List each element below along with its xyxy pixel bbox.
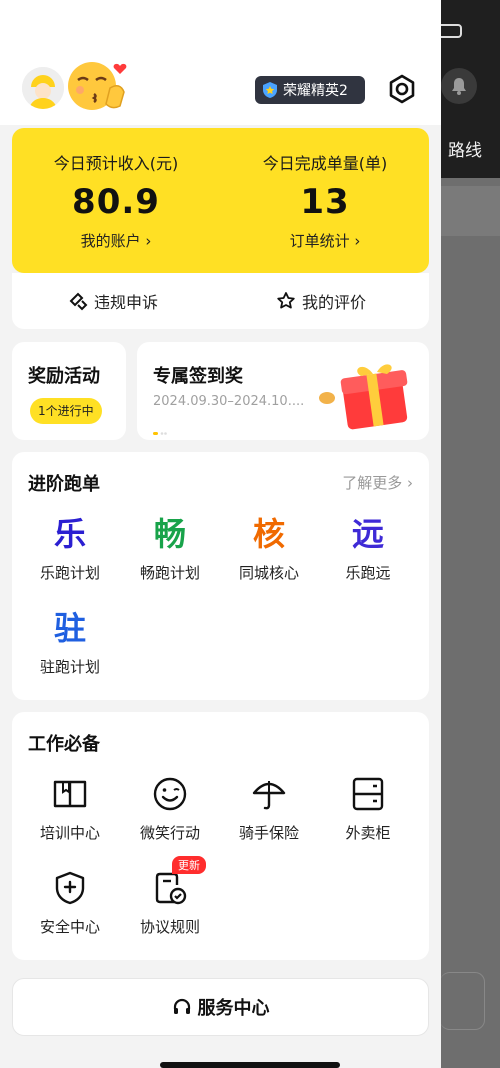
plan-item-changpao[interactable]: 畅 畅跑计划 bbox=[120, 514, 220, 583]
gift-box-icon bbox=[315, 360, 415, 430]
background-button bbox=[440, 972, 485, 1030]
plan-glyph: 乐 bbox=[53, 515, 86, 553]
plan-item-core[interactable]: 核 同城核心 bbox=[219, 514, 319, 583]
book-icon bbox=[20, 774, 120, 814]
plan-glyph: 驻 bbox=[53, 609, 86, 647]
shield-icon bbox=[20, 868, 120, 908]
orders-label: 今日完成单量(单) bbox=[262, 154, 388, 173]
appeal-icon bbox=[69, 292, 88, 311]
star-icon bbox=[277, 292, 295, 309]
locker-icon bbox=[318, 774, 418, 814]
item-label: 外卖柜 bbox=[345, 824, 391, 842]
reward-activity-card[interactable]: 奖励活动 1个进行中 bbox=[12, 342, 126, 440]
route-tab[interactable]: 路线 bbox=[448, 136, 482, 161]
smile-action-item[interactable]: 微笑行动 bbox=[120, 774, 220, 843]
avatar[interactable] bbox=[22, 67, 64, 109]
plan-item-lepaoyuan[interactable]: 远 乐跑远 bbox=[318, 514, 418, 583]
income-column[interactable]: 今日预计收入(元) 80.9 我的账户 › bbox=[12, 128, 220, 251]
plan-glyph: 核 bbox=[252, 515, 285, 553]
background-panel bbox=[440, 186, 500, 236]
item-label: 安全中心 bbox=[39, 918, 100, 936]
income-card: 今日预计收入(元) 80.9 我的账户 › 今日完成单量(单) 13 订单统计 … bbox=[12, 128, 429, 273]
item-label: 培训中心 bbox=[39, 824, 100, 842]
smile-icon bbox=[120, 774, 220, 814]
agreement-icon: 更新 bbox=[120, 856, 220, 908]
reward-title: 奖励活动 bbox=[28, 366, 100, 387]
service-center-label: 服务中心 bbox=[197, 998, 270, 1019]
advance-section: 进阶跑单 了解更多 › 乐 乐跑计划 畅 畅跑计划 核 同城核心 远 乐跑远 驻… bbox=[12, 452, 429, 700]
income-value: 80.9 bbox=[72, 182, 160, 222]
bell-icon[interactable] bbox=[441, 68, 477, 104]
settings-gear-icon[interactable] bbox=[386, 73, 418, 105]
headset-icon bbox=[173, 998, 190, 1014]
plan-label: 乐跑计划 bbox=[39, 564, 100, 582]
plan-glyph: 畅 bbox=[153, 515, 186, 553]
agreement-rules-item[interactable]: 更新 协议规则 bbox=[120, 856, 220, 937]
star-shield-icon bbox=[263, 82, 277, 98]
carousel-dots bbox=[153, 421, 167, 440]
reward-status-pill: 1个进行中 bbox=[30, 398, 102, 424]
safety-center-item[interactable]: 安全中心 bbox=[20, 868, 120, 937]
appeal-button[interactable]: 违规申诉 bbox=[68, 273, 158, 329]
my-account-link[interactable]: 我的账户 › bbox=[12, 230, 220, 251]
item-label: 微笑行动 bbox=[139, 824, 200, 842]
plan-label: 乐跑远 bbox=[345, 564, 391, 582]
learn-more-link[interactable]: 了解更多 › bbox=[342, 472, 413, 493]
orders-value: 13 bbox=[300, 182, 350, 222]
plan-glyph: 远 bbox=[351, 515, 384, 553]
kiss-emoji-icon bbox=[66, 58, 134, 114]
umbrella-icon bbox=[219, 774, 319, 814]
item-label: 骑手保险 bbox=[238, 824, 299, 842]
rider-insurance-item[interactable]: 骑手保险 bbox=[219, 774, 319, 843]
profile-header: 荣耀精英2 bbox=[0, 0, 441, 125]
plan-item-lepao[interactable]: 乐 乐跑计划 bbox=[20, 514, 120, 583]
update-badge: 更新 bbox=[172, 856, 206, 874]
work-essentials-section: 工作必备 培训中心 微笑行动 骑手保险 外卖柜 安全中心 更新 协议规则 bbox=[12, 712, 429, 960]
reviews-label: 我的评价 bbox=[302, 293, 367, 312]
training-center-item[interactable]: 培训中心 bbox=[20, 774, 120, 843]
signin-reward-card[interactable]: 专属签到奖 2024.09.30–2024.10.... bbox=[137, 342, 429, 440]
item-label: 协议规则 bbox=[139, 918, 200, 936]
plan-label: 同城核心 bbox=[238, 564, 299, 582]
signin-title: 专属签到奖 bbox=[153, 366, 243, 387]
side-drawer: 荣耀精英2 今日预计收入(元) 80.9 我的账户 › 今日完成单量(单) 13… bbox=[0, 0, 441, 1068]
orders-column[interactable]: 今日完成单量(单) 13 订单统计 › bbox=[221, 128, 429, 251]
food-locker-item[interactable]: 外卖柜 bbox=[318, 774, 418, 843]
order-stats-link[interactable]: 订单统计 › bbox=[221, 230, 429, 251]
home-indicator bbox=[160, 1062, 340, 1068]
plan-label: 驻跑计划 bbox=[39, 658, 100, 676]
service-center-button[interactable]: 服务中心 bbox=[12, 978, 429, 1036]
reviews-button[interactable]: 我的评价 bbox=[276, 273, 366, 329]
advance-title: 进阶跑单 bbox=[28, 474, 100, 495]
work-title: 工作必备 bbox=[28, 734, 100, 755]
rank-badge-label: 荣耀精英2 bbox=[283, 83, 348, 99]
rank-badge[interactable]: 荣耀精英2 bbox=[255, 76, 365, 104]
quick-actions: 违规申诉 我的评价 bbox=[12, 273, 429, 329]
appeal-label: 违规申诉 bbox=[94, 293, 159, 312]
signin-date-range: 2024.09.30–2024.10.... bbox=[153, 394, 305, 409]
plan-label: 畅跑计划 bbox=[139, 564, 200, 582]
income-label: 今日预计收入(元) bbox=[53, 154, 179, 173]
plan-item-zhupao[interactable]: 驻 驻跑计划 bbox=[20, 608, 120, 677]
